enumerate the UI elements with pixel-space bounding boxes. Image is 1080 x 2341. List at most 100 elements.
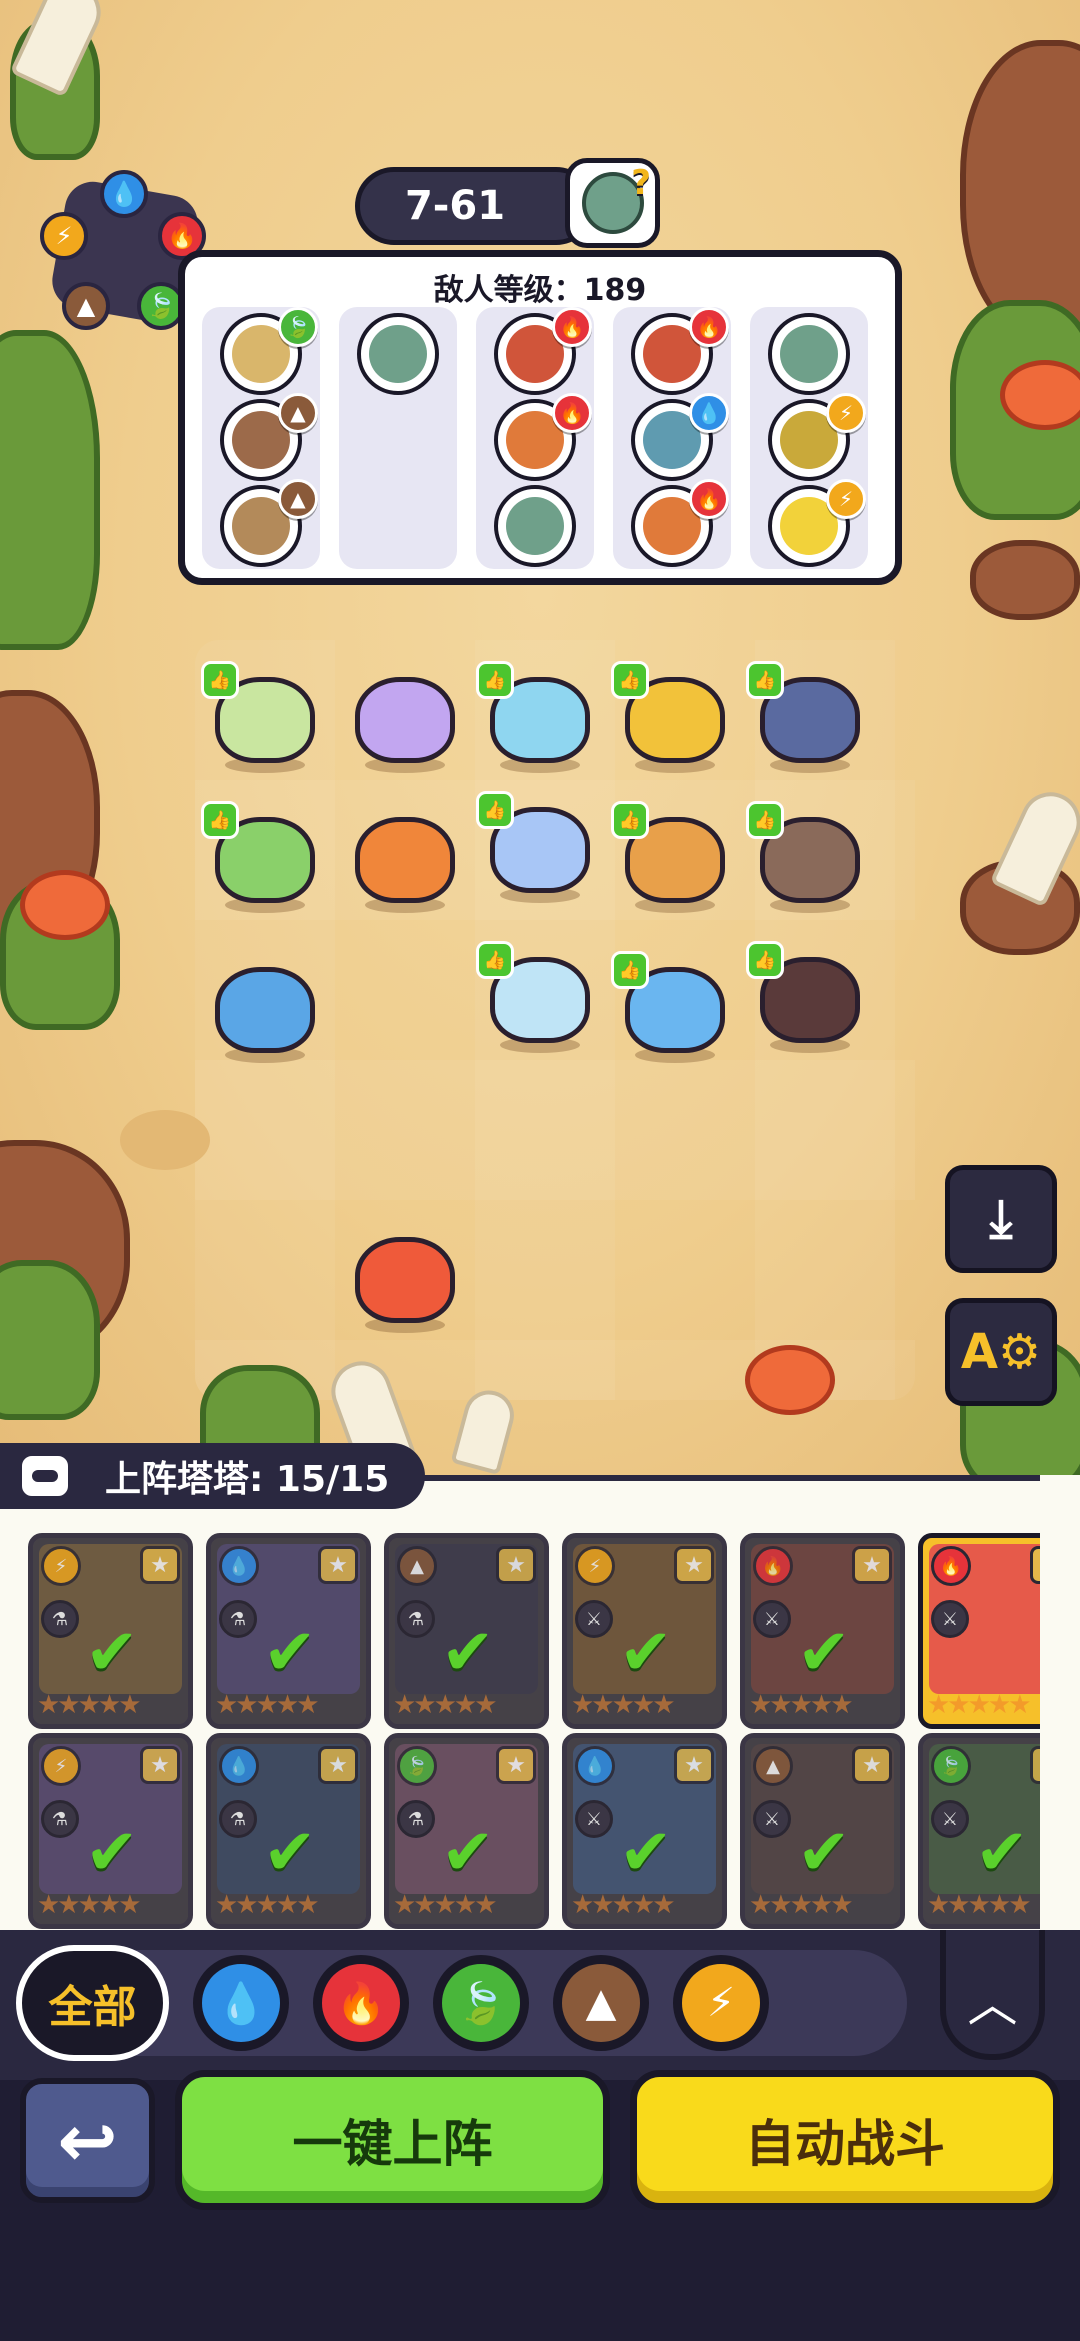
- deployed-tower[interactable]: 👍: [746, 661, 870, 775]
- tower-card[interactable]: 🔥 ⚔ ★ ★★★★★ ✔: [740, 1533, 905, 1729]
- star-rating: ★★★★★: [393, 1890, 498, 1920]
- earth-icon: ▲: [753, 1746, 793, 1786]
- thumbs-up-icon: 👍: [201, 661, 239, 699]
- enemy-portrait: ⚡: [768, 479, 866, 567]
- tower-card[interactable]: 🍃 ⚗ ★ ★★★★★ ✔: [384, 1733, 549, 1929]
- enemy-portrait: ▲: [220, 479, 318, 567]
- fire-icon: 🔥: [753, 1546, 793, 1586]
- auto-settings-button[interactable]: A⚙: [945, 1298, 1057, 1406]
- download-icon: ⤓: [989, 1188, 1013, 1249]
- favorite-star-icon: ★: [674, 1546, 714, 1584]
- deployed-tower[interactable]: 👍: [201, 661, 325, 775]
- flower-decoration: [745, 1345, 835, 1415]
- earth-icon: ▲: [62, 282, 110, 330]
- flower-decoration: [20, 870, 110, 940]
- tower-card[interactable]: ⚡ ⚗ ★ ★★★★★ ✔: [28, 1533, 193, 1729]
- deployed-tower[interactable]: 👍: [476, 791, 600, 905]
- auto-battle-label: 自动战斗: [745, 2115, 945, 2173]
- enemy-portrait: 🔥: [631, 479, 729, 567]
- nature-icon: 🍃: [931, 1746, 971, 1786]
- thumbs-up-icon: 👍: [611, 661, 649, 699]
- role-icon: ⚗: [41, 1600, 79, 1638]
- tower-card[interactable]: ⚡ ⚔ ★ ★★★★★ ✔: [562, 1533, 727, 1729]
- checkmark-icon: ✔: [441, 1616, 495, 1690]
- thumbs-up-icon: 👍: [476, 661, 514, 699]
- role-icon: ⚗: [219, 1600, 257, 1638]
- deployed-tower[interactable]: [345, 1225, 465, 1335]
- enemy-portrait: ⚡: [768, 393, 866, 481]
- tower-card[interactable]: ⚡ ⚗ ★ ★★★★★ ✔: [28, 1733, 193, 1929]
- nature-icon: 🍃: [278, 307, 318, 347]
- tower-card[interactable]: 💧 ⚗ ★ ★★★★★ ✔: [206, 1533, 371, 1729]
- earth-icon: ▲: [278, 479, 318, 519]
- enemy-portrait: 💧: [631, 393, 729, 481]
- role-icon: ⚗: [41, 1800, 79, 1838]
- cactus-decoration: [0, 330, 100, 650]
- star-rating: ★★★★★: [749, 1890, 854, 1920]
- deployed-tower[interactable]: 👍: [476, 661, 600, 775]
- rock-decoration: [970, 540, 1080, 620]
- favorite-star-icon: ★: [140, 1546, 180, 1584]
- filter-all-label: 全部: [48, 1982, 137, 2033]
- collapse-roster-button[interactable]: ︿: [940, 1930, 1045, 2060]
- return-arrow-icon: ↩: [57, 2098, 118, 2183]
- nature-icon: 🍃: [397, 1746, 437, 1786]
- tower-card[interactable]: 💧 ⚗ ★ ★★★★★ ✔: [206, 1733, 371, 1929]
- deployed-tower[interactable]: 👍: [611, 951, 735, 1065]
- save-lineup-button[interactable]: ⤓: [945, 1165, 1057, 1273]
- water-icon: 💧: [575, 1746, 615, 1786]
- auto-gear-icon: A⚙: [960, 1324, 1042, 1380]
- back-button[interactable]: ↩: [20, 2078, 155, 2203]
- filter-water-button[interactable]: 💧: [193, 1955, 289, 2051]
- filter-earth-button[interactable]: ▲: [553, 1955, 649, 2051]
- thunder-icon: ⚡: [41, 1546, 81, 1586]
- deploy-label: 一键上阵: [292, 2115, 493, 2173]
- deployed-tower[interactable]: 👍: [201, 801, 325, 915]
- rock-decoration: [960, 40, 1080, 340]
- deployed-tower[interactable]: [345, 805, 465, 915]
- filter-fire-button[interactable]: 🔥: [313, 1955, 409, 2051]
- star-rating: ★★★★★: [571, 1890, 676, 1920]
- deployed-tower[interactable]: [345, 665, 465, 775]
- enemy-preview-panel: 敌人等级：189 🍃 ▲ ▲ 🔥 🔥 🔥 💧 🔥 ⚡ ⚡: [178, 250, 902, 585]
- water-icon: 💧: [219, 1546, 259, 1586]
- one-click-deploy-button[interactable]: 一键上阵: [175, 2070, 610, 2210]
- cactus-decoration: [0, 1260, 100, 1420]
- stage-level: 7-61: [355, 167, 595, 245]
- enemy-column: 🔥 💧 🔥: [613, 307, 731, 569]
- role-icon: ⚗: [397, 1800, 435, 1838]
- deployed-tower[interactable]: 👍: [476, 941, 600, 1055]
- filter-all-button[interactable]: 全部: [16, 1945, 169, 2061]
- enemy-portrait: [357, 313, 439, 395]
- filter-thunder-button[interactable]: ⚡: [673, 1955, 769, 2051]
- auto-battle-button[interactable]: 自动战斗: [630, 2070, 1060, 2210]
- enemy-portrait: ▲: [220, 393, 318, 481]
- enemy-level-title: 敌人等级：189: [433, 273, 647, 308]
- deployed-tower[interactable]: [205, 955, 325, 1065]
- checkmark-icon: ✔: [797, 1816, 851, 1890]
- filter-nature-button[interactable]: 🍃: [433, 1955, 529, 2051]
- roster-scroll-edge: [1040, 1475, 1080, 1930]
- favorite-star-icon: ★: [674, 1746, 714, 1784]
- deployed-tower[interactable]: 👍: [611, 661, 735, 775]
- tower-card[interactable]: 💧 ⚔ ★ ★★★★★ ✔: [562, 1733, 727, 1929]
- thunder-icon: ⚡: [575, 1546, 615, 1586]
- fire-icon: 🔥: [689, 307, 729, 347]
- boss-info-button[interactable]: ?: [565, 158, 660, 248]
- checkmark-icon: ✔: [263, 1616, 317, 1690]
- deployed-tower[interactable]: 👍: [746, 941, 870, 1055]
- robot-icon: [18, 1452, 72, 1500]
- favorite-star-icon: ★: [318, 1546, 358, 1584]
- star-rating: ★★★★★: [749, 1690, 854, 1720]
- stage-level-label: 7-61: [404, 183, 506, 229]
- earth-icon: ▲: [562, 1964, 640, 2042]
- tower-card[interactable]: ▲ ⚗ ★ ★★★★★ ✔: [384, 1533, 549, 1729]
- deployed-tower[interactable]: 👍: [611, 801, 735, 915]
- favorite-star-icon: ★: [318, 1746, 358, 1784]
- deployed-tower[interactable]: 👍: [746, 801, 870, 915]
- enemy-portrait: 🔥: [494, 393, 592, 481]
- tower-card[interactable]: ▲ ⚔ ★ ★★★★★ ✔: [740, 1733, 905, 1929]
- fire-icon: 🔥: [552, 307, 592, 347]
- thunder-icon: ⚡: [682, 1964, 760, 2042]
- checkmark-icon: ✔: [619, 1816, 673, 1890]
